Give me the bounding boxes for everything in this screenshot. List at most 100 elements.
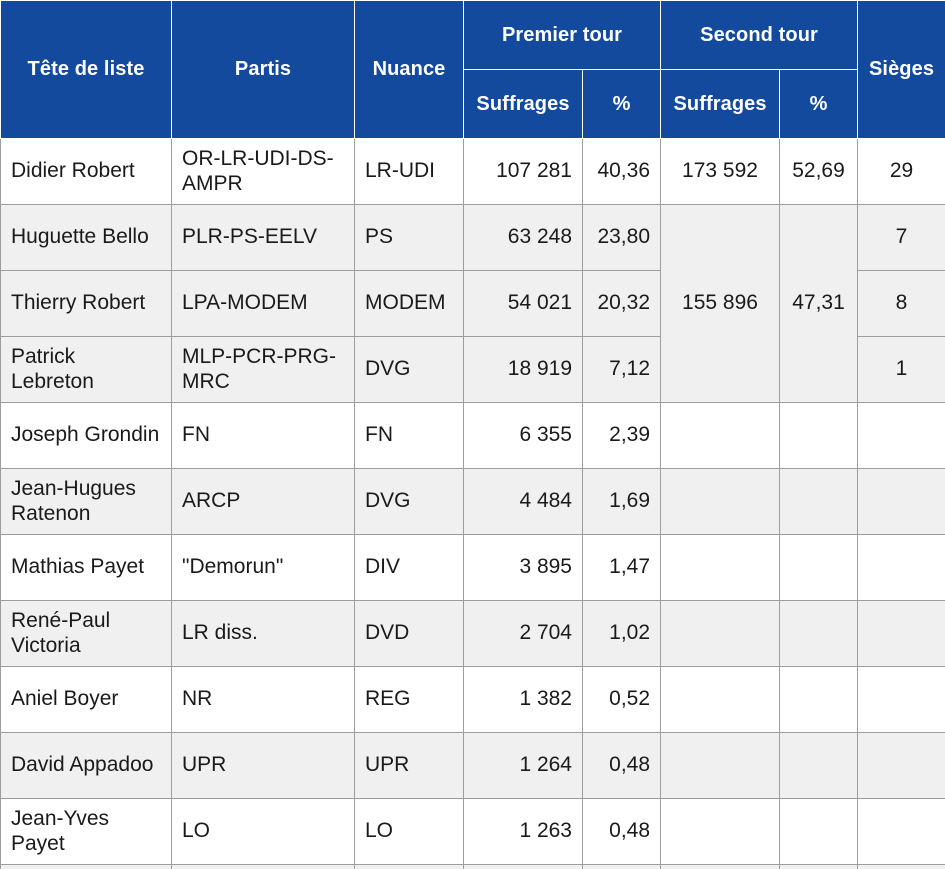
cell-pourcentage-premier-tour: 0,52 bbox=[581, 666, 662, 733]
cell-pourcentage-second-tour bbox=[779, 402, 859, 469]
cell-suffrages-second-tour bbox=[660, 600, 781, 667]
table-row: Mathias Payet "Demorun" DIV 3 895 1,47 bbox=[0, 534, 945, 601]
cell-nuance: LR-UDI bbox=[354, 138, 464, 205]
header-row-1: Tête de liste Partis Nuance Premier tour… bbox=[0, 0, 945, 139]
cell-nuance: LO bbox=[354, 798, 464, 865]
cell-partis: DLF bbox=[171, 864, 355, 869]
cell-tete-de-liste: Jean-Jack Morel bbox=[0, 864, 172, 869]
column-header-pourcentage-premier-tour: % bbox=[581, 69, 662, 139]
cell-suffrages-second-tour bbox=[660, 798, 781, 865]
cell-suffrages-second-tour: 173 592 bbox=[660, 138, 781, 205]
cell-pourcentage-premier-tour: 7,12 bbox=[581, 336, 662, 403]
cell-tete-de-liste: Joseph Grondin bbox=[0, 402, 172, 469]
table-body: Didier Robert OR-LR-UDI-DS-AMPR LR-UDI 107 … bbox=[0, 138, 945, 869]
cell-suffrages-premier-tour: 1 263 bbox=[463, 798, 583, 865]
column-header-pourcentage-second-tour: % bbox=[779, 69, 859, 139]
cell-suffrages-premier-tour: 63 248 bbox=[463, 204, 583, 271]
cell-sieges bbox=[857, 402, 945, 469]
cell-nuance: MODEM bbox=[354, 270, 464, 337]
cell-pourcentage-premier-tour: 0,48 bbox=[581, 798, 662, 865]
cell-pourcentage-second-tour: 52,69 bbox=[779, 138, 859, 205]
cell-pourcentage-premier-tour: 40,36 bbox=[581, 138, 662, 205]
column-header-partis: Partis bbox=[171, 0, 355, 139]
cell-sieges: 29 bbox=[857, 138, 945, 205]
cell-tete-de-liste: Didier Robert bbox=[0, 138, 172, 205]
cell-suffrages-second-tour bbox=[660, 666, 781, 733]
cell-tete-de-liste: Patrick Lebreton bbox=[0, 336, 172, 403]
cell-suffrages-second-tour bbox=[660, 732, 781, 799]
cell-suffrages-second-tour bbox=[660, 864, 781, 869]
cell-pourcentage-premier-tour: 1,02 bbox=[581, 600, 662, 667]
cell-pourcentage-premier-tour: 23,80 bbox=[581, 204, 662, 271]
cell-tete-de-liste: Jean-Hugues Ratenon bbox=[0, 468, 172, 535]
cell-tete-de-liste: Aniel Boyer bbox=[0, 666, 172, 733]
cell-partis: "Demorun" bbox=[171, 534, 355, 601]
cell-sieges bbox=[857, 600, 945, 667]
cell-tete-de-liste: Jean-Yves Payet bbox=[0, 798, 172, 865]
cell-suffrages-premier-tour: 6 355 bbox=[463, 402, 583, 469]
cell-nuance: PS bbox=[354, 204, 464, 271]
cell-suffrages-premier-tour: 54 021 bbox=[463, 270, 583, 337]
table-row: Aniel Boyer NR REG 1 382 0,52 bbox=[0, 666, 945, 733]
table-row: David Appadoo UPR UPR 1 264 0,48 bbox=[0, 732, 945, 799]
cell-sieges bbox=[857, 732, 945, 799]
cell-nuance: DVD bbox=[354, 600, 464, 667]
cell-tete-de-liste: Mathias Payet bbox=[0, 534, 172, 601]
cell-pourcentage-second-tour bbox=[779, 798, 859, 865]
column-group-header-premier-tour: Premier tour bbox=[462, 0, 662, 70]
table-row: Joseph Grondin FN FN 6 355 2,39 bbox=[0, 402, 945, 469]
cell-partis: MLP-PCR-PRG-MRC bbox=[171, 336, 355, 403]
cell-sieges bbox=[857, 534, 945, 601]
column-header-suffrages-second-tour: Suffrages bbox=[660, 69, 781, 139]
cell-nuance: DLF bbox=[354, 864, 464, 869]
cell-nuance: UPR bbox=[354, 732, 464, 799]
cell-suffrages-premier-tour: 1 264 bbox=[463, 732, 583, 799]
cell-suffrages-premier-tour: 4 484 bbox=[463, 468, 583, 535]
column-header-tete-de-liste: Tête de liste bbox=[0, 0, 172, 139]
cell-pourcentage-premier-tour: 0,37 bbox=[581, 864, 662, 869]
table-row: René-Paul Victoria LR diss. DVD 2 704 1,02 bbox=[0, 600, 945, 667]
cell-suffrages-second-tour bbox=[660, 468, 781, 535]
cell-pourcentage-second-tour bbox=[779, 666, 859, 733]
cell-nuance: FN bbox=[354, 402, 464, 469]
cell-pourcentage-second-tour bbox=[779, 864, 859, 869]
cell-pourcentage-premier-tour: 1,47 bbox=[581, 534, 662, 601]
cell-pourcentage-premier-tour: 20,32 bbox=[581, 270, 662, 337]
column-header-nuance: Nuance bbox=[354, 0, 464, 139]
cell-partis: LPA-MODEM bbox=[171, 270, 355, 337]
cell-tete-de-liste: Huguette Bello bbox=[0, 204, 172, 271]
cell-pourcentage-second-tour bbox=[779, 600, 859, 667]
column-group-header-second-tour: Second tour bbox=[660, 0, 859, 70]
cell-sieges bbox=[857, 468, 945, 535]
cell-pourcentage-second-tour bbox=[779, 534, 859, 601]
cell-sieges: 7 bbox=[857, 204, 945, 271]
cell-suffrages-premier-tour: 3 895 bbox=[463, 534, 583, 601]
cell-partis: LO bbox=[171, 798, 355, 865]
column-header-suffrages-premier-tour: Suffrages bbox=[463, 69, 583, 139]
table-row: Huguette Bello PLR-PS-EELV PS 63 248 23,80 15… bbox=[0, 204, 945, 403]
cell-sieges bbox=[857, 864, 945, 869]
election-results-table: Tête de liste Partis Nuance Premier tour… bbox=[0, 0, 945, 869]
table-header: Tête de liste Partis Nuance Premier tour… bbox=[0, 0, 945, 139]
table-row: Jean-Hugues Ratenon ARCP DVG 4 484 1,69 bbox=[0, 468, 945, 535]
cell-suffrages-second-tour bbox=[660, 534, 781, 601]
cell-partis: OR-LR-UDI-DS-AMPR bbox=[171, 138, 355, 205]
cell-partis: ARCP bbox=[171, 468, 355, 535]
cell-partis: LR diss. bbox=[171, 600, 355, 667]
cell-pourcentage-premier-tour: 2,39 bbox=[581, 402, 662, 469]
cell-tete-de-liste: Thierry Robert bbox=[0, 270, 172, 337]
cell-suffrages-premier-tour: 18 919 bbox=[463, 336, 583, 403]
cell-nuance: DVG bbox=[354, 468, 464, 535]
cell-sieges bbox=[857, 798, 945, 865]
cell-sieges: 8 bbox=[857, 270, 945, 337]
cell-partis: UPR bbox=[171, 732, 355, 799]
cell-pourcentage-second-tour-merged: 47,31 bbox=[779, 204, 859, 403]
cell-suffrages-premier-tour: 2 704 bbox=[463, 600, 583, 667]
cell-pourcentage-premier-tour: 1,69 bbox=[581, 468, 662, 535]
cell-suffrages-premier-tour: 978 bbox=[463, 864, 583, 869]
table-row: Jean-Jack MorelDLFDLF9780,37 bbox=[0, 864, 945, 869]
cell-pourcentage-premier-tour: 0,48 bbox=[581, 732, 662, 799]
cell-suffrages-premier-tour: 107 281 bbox=[463, 138, 583, 205]
cell-nuance: DVG bbox=[354, 336, 464, 403]
cell-partis: PLR-PS-EELV bbox=[171, 204, 355, 271]
